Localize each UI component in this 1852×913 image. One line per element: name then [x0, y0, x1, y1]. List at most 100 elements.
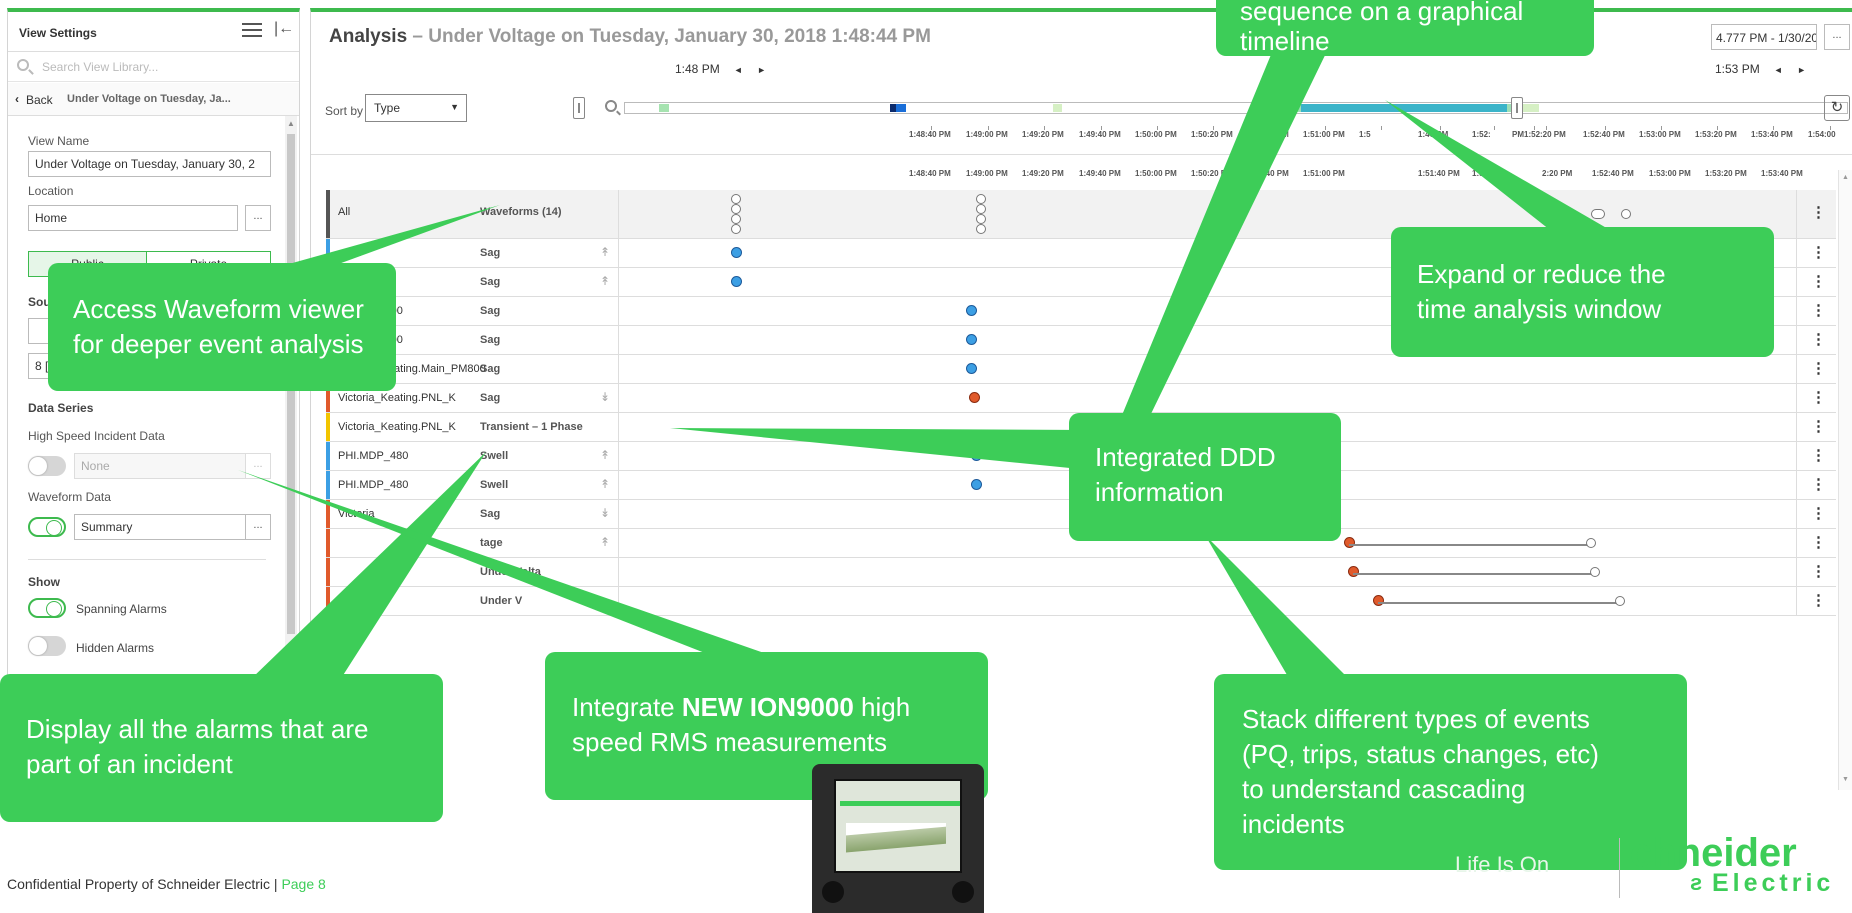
back-button[interactable]: ‹ Back Under Voltage on Tuesday, Ja... — [8, 83, 299, 116]
timeline-end-handle[interactable] — [1511, 97, 1523, 119]
row-menu-icon[interactable]: ⋮ — [1811, 564, 1826, 580]
timeline-start-arrows[interactable]: ◄ ► — [734, 65, 772, 75]
event-row[interactable]: Under Volta ⋮ — [326, 558, 1836, 587]
spanning-marker[interactable] — [1621, 209, 1631, 219]
timeline-start-handle[interactable] — [573, 97, 585, 119]
column-separator — [618, 297, 619, 325]
axis-top-tick-label: 1:52:20 PM — [1524, 130, 1566, 139]
waveform-marker[interactable] — [976, 204, 986, 214]
severity-bar — [326, 190, 330, 238]
direction-arrow-icon: ↟ — [600, 448, 611, 462]
high-speed-toggle[interactable] — [28, 456, 66, 476]
event-row[interactable]: Victoria_Keating.PNL_K Sag ↡ ⋮ — [326, 384, 1836, 413]
row-menu-icon[interactable]: ⋮ — [1811, 506, 1826, 522]
event-marker[interactable] — [731, 276, 742, 287]
hidden-alarms-label: Hidden Alarms — [76, 641, 155, 655]
axis-tick — [1381, 126, 1382, 130]
location-input[interactable]: Home — [28, 205, 238, 231]
row-menu-icon[interactable]: ⋮ — [1811, 477, 1826, 493]
timeline-overview[interactable] — [624, 102, 1848, 114]
alarm-end-marker[interactable] — [1590, 567, 1600, 577]
hamburger-menu-icon[interactable] — [242, 23, 262, 37]
hidden-alarms-toggle[interactable] — [28, 636, 66, 656]
time-range-more-button[interactable]: ... — [1824, 24, 1850, 50]
row-menu-icon[interactable]: ⋮ — [1811, 593, 1826, 609]
alarm-end-marker[interactable] — [1615, 596, 1625, 606]
row-menu-icon[interactable]: ⋮ — [1811, 205, 1826, 221]
callout-expand-window: Expand or reduce the time analysis windo… — [1391, 227, 1774, 357]
severity-bar — [326, 558, 330, 586]
footer-confidential: Confidential Property of Schneider Elect… — [7, 876, 282, 892]
spanning-toggle-icon[interactable] — [1591, 209, 1605, 219]
event-marker[interactable] — [731, 247, 742, 258]
waveform-marker[interactable] — [731, 224, 741, 234]
event-type: Swell — [480, 450, 509, 462]
row-menu-icon[interactable]: ⋮ — [1811, 245, 1826, 261]
row-menu-icon[interactable]: ⋮ — [1811, 448, 1826, 464]
scroll-up-icon[interactable]: ▲ — [287, 119, 295, 128]
scroll-up-icon[interactable]: ▲ — [1842, 174, 1849, 181]
axis-tick — [1157, 126, 1158, 130]
timeline-end-nav: 1:53 PM ◄ ► — [1715, 62, 1812, 76]
view-name-input[interactable]: Under Voltage on Tuesday, January 30, 2 — [28, 151, 271, 177]
spanning-alarms-toggle[interactable] — [28, 598, 66, 618]
event-row[interactable]: in Under V ⋮ — [326, 587, 1836, 616]
waveform-select[interactable]: Summary — [74, 514, 246, 540]
column-separator — [1796, 268, 1797, 296]
axis-bottom-tick-label: 1:50:00 PM — [1135, 169, 1177, 178]
event-marker[interactable] — [966, 305, 977, 316]
row-menu-icon[interactable]: ⋮ — [1811, 274, 1826, 290]
row-menu-icon[interactable]: ⋮ — [1811, 419, 1826, 435]
collapse-panel-icon[interactable]: |← — [274, 20, 294, 38]
reset-zoom-button[interactable]: ↻ — [1824, 95, 1850, 121]
waveform-marker[interactable] — [731, 214, 741, 224]
alarm-end-marker[interactable] — [1586, 538, 1596, 548]
high-speed-browse-button[interactable]: ... — [245, 453, 271, 479]
waveform-marker[interactable] — [976, 194, 986, 204]
column-separator — [1796, 587, 1797, 615]
axis-top-tick-label: 1:48:40 PM — [909, 130, 951, 139]
alarm-marker[interactable] — [969, 392, 980, 403]
column-separator — [618, 587, 619, 615]
event-type: Waveforms (14) — [480, 206, 562, 218]
event-type: Sag — [480, 247, 501, 259]
event-marker[interactable] — [971, 450, 982, 461]
event-marker[interactable] — [971, 479, 982, 490]
spanning-alarm-line[interactable] — [1378, 602, 1620, 604]
row-menu-icon[interactable]: ⋮ — [1811, 303, 1826, 319]
search-input[interactable] — [42, 58, 282, 76]
axis-bottom-tick-label: 1:53:40 PM — [1761, 169, 1803, 178]
zoom-icon[interactable] — [605, 100, 617, 112]
alarm-marker[interactable] — [1348, 566, 1359, 577]
alarm-marker[interactable] — [1373, 595, 1384, 606]
event-marker[interactable] — [966, 363, 977, 374]
spanning-alarm-line[interactable] — [1349, 544, 1591, 546]
waveform-marker[interactable] — [976, 214, 986, 224]
row-menu-icon[interactable]: ⋮ — [1811, 390, 1826, 406]
row-menu-icon[interactable]: ⋮ — [1811, 535, 1826, 551]
axis-tick — [1494, 126, 1495, 130]
sort-select[interactable]: Type — [365, 94, 467, 122]
view-settings-header: View Settings |← — [8, 12, 299, 52]
scroll-down-icon[interactable]: ▼ — [1842, 776, 1849, 783]
waveform-browse-button[interactable]: ... — [245, 514, 271, 540]
spanning-alarm-line[interactable] — [1353, 573, 1595, 575]
time-range-input[interactable]: 4.777 PM - 1/30/2018 1:53:56.682 PM — [1711, 24, 1817, 50]
alarm-marker[interactable] — [1344, 537, 1355, 548]
waveform-marker[interactable] — [731, 204, 741, 214]
high-speed-select[interactable]: None — [74, 453, 246, 479]
axis-bottom-tick-label: 1:52:40 PM — [1592, 169, 1634, 178]
meter-chart — [846, 823, 946, 863]
overview-segment — [1273, 104, 1301, 112]
waveform-toggle[interactable] — [28, 517, 66, 537]
event-marker[interactable] — [966, 334, 977, 345]
location-browse-button[interactable]: ... — [245, 205, 271, 231]
timeline-end-arrows[interactable]: ◄ ► — [1774, 65, 1812, 75]
row-menu-icon[interactable]: ⋮ — [1811, 361, 1826, 377]
waveform-marker[interactable] — [731, 194, 741, 204]
event-row[interactable]: Victoria_Keating.Main_PM800 Sag ⋮ — [326, 355, 1836, 384]
severity-bar — [326, 471, 330, 499]
row-menu-icon[interactable]: ⋮ — [1811, 332, 1826, 348]
waveform-marker[interactable] — [976, 224, 986, 234]
events-scrollbar[interactable]: ▲ ▼ — [1838, 170, 1852, 790]
